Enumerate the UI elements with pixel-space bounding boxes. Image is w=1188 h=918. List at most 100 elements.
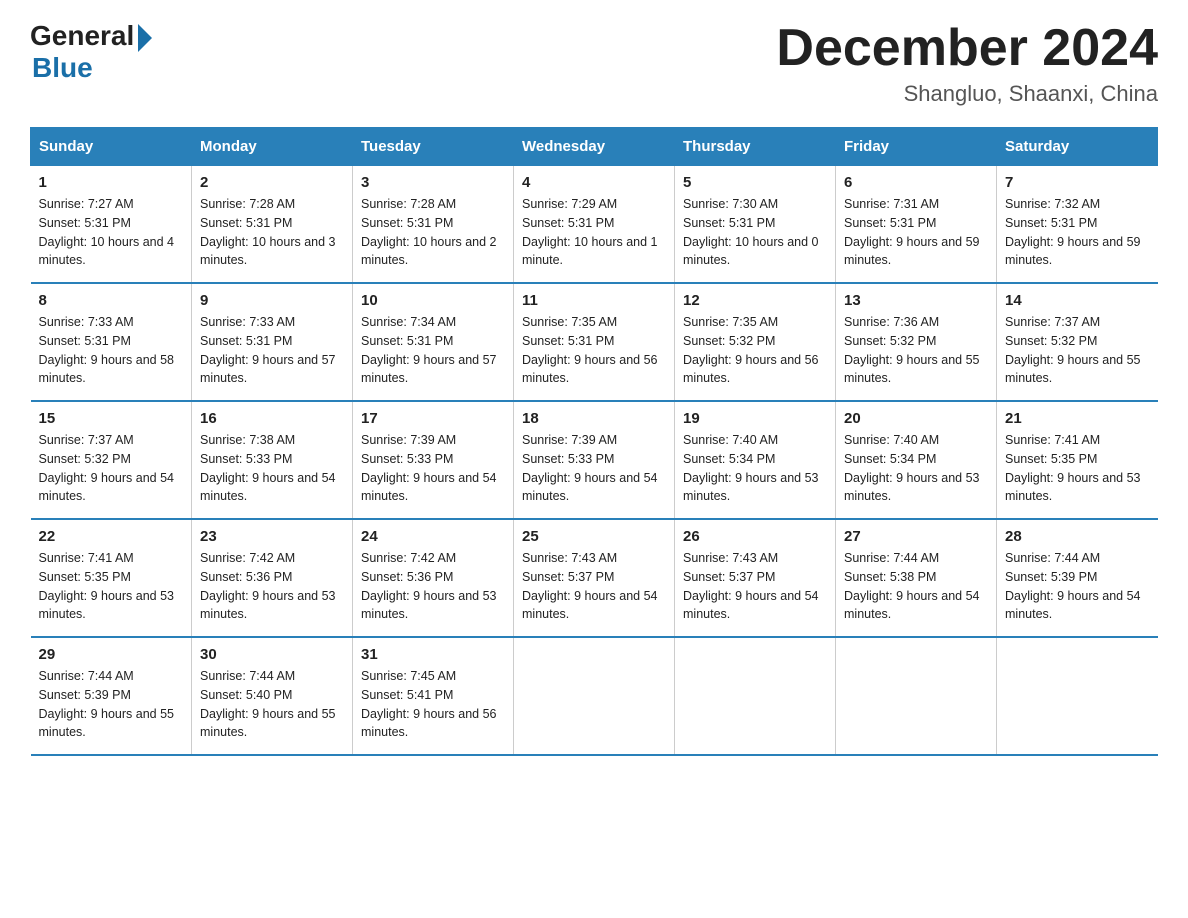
day-cell: 15 Sunrise: 7:37 AMSunset: 5:32 PMDaylig… [31, 401, 192, 519]
week-row-3: 15 Sunrise: 7:37 AMSunset: 5:32 PMDaylig… [31, 401, 1158, 519]
day-number: 19 [683, 410, 827, 427]
day-cell: 19 Sunrise: 7:40 AMSunset: 5:34 PMDaylig… [675, 401, 836, 519]
day-number: 21 [1005, 410, 1150, 427]
day-number: 26 [683, 528, 827, 545]
month-title: December 2024 [776, 20, 1158, 77]
day-cell [514, 637, 675, 755]
day-number: 5 [683, 174, 827, 191]
logo-blue-text: Blue [32, 52, 93, 84]
day-info: Sunrise: 7:35 AMSunset: 5:31 PMDaylight:… [522, 313, 666, 388]
day-number: 18 [522, 410, 666, 427]
day-number: 9 [200, 292, 344, 309]
header-wednesday: Wednesday [514, 128, 675, 166]
day-cell: 18 Sunrise: 7:39 AMSunset: 5:33 PMDaylig… [514, 401, 675, 519]
day-cell: 4 Sunrise: 7:29 AMSunset: 5:31 PMDayligh… [514, 166, 675, 284]
day-info: Sunrise: 7:41 AMSunset: 5:35 PMDaylight:… [1005, 431, 1150, 506]
day-info: Sunrise: 7:39 AMSunset: 5:33 PMDaylight:… [522, 431, 666, 506]
day-number: 15 [39, 410, 184, 427]
day-cell: 21 Sunrise: 7:41 AMSunset: 5:35 PMDaylig… [997, 401, 1158, 519]
day-number: 20 [844, 410, 988, 427]
title-block: December 2024 Shangluo, Shaanxi, China [776, 20, 1158, 107]
day-info: Sunrise: 7:43 AMSunset: 5:37 PMDaylight:… [522, 549, 666, 624]
day-cell: 30 Sunrise: 7:44 AMSunset: 5:40 PMDaylig… [192, 637, 353, 755]
day-cell: 29 Sunrise: 7:44 AMSunset: 5:39 PMDaylig… [31, 637, 192, 755]
day-cell: 12 Sunrise: 7:35 AMSunset: 5:32 PMDaylig… [675, 283, 836, 401]
day-info: Sunrise: 7:30 AMSunset: 5:31 PMDaylight:… [683, 195, 827, 270]
week-row-2: 8 Sunrise: 7:33 AMSunset: 5:31 PMDayligh… [31, 283, 1158, 401]
week-row-5: 29 Sunrise: 7:44 AMSunset: 5:39 PMDaylig… [31, 637, 1158, 755]
day-cell: 17 Sunrise: 7:39 AMSunset: 5:33 PMDaylig… [353, 401, 514, 519]
week-row-1: 1 Sunrise: 7:27 AMSunset: 5:31 PMDayligh… [31, 166, 1158, 284]
day-info: Sunrise: 7:38 AMSunset: 5:33 PMDaylight:… [200, 431, 344, 506]
day-number: 6 [844, 174, 988, 191]
day-number: 24 [361, 528, 505, 545]
logo-general-text: General [30, 20, 134, 52]
day-info: Sunrise: 7:44 AMSunset: 5:39 PMDaylight:… [39, 667, 184, 742]
day-cell: 5 Sunrise: 7:30 AMSunset: 5:31 PMDayligh… [675, 166, 836, 284]
calendar-header-row: SundayMondayTuesdayWednesdayThursdayFrid… [31, 128, 1158, 166]
logo-arrow-icon [138, 24, 152, 52]
header-friday: Friday [836, 128, 997, 166]
day-number: 17 [361, 410, 505, 427]
location-title: Shangluo, Shaanxi, China [776, 81, 1158, 107]
day-cell: 13 Sunrise: 7:36 AMSunset: 5:32 PMDaylig… [836, 283, 997, 401]
day-number: 22 [39, 528, 184, 545]
day-info: Sunrise: 7:33 AMSunset: 5:31 PMDaylight:… [200, 313, 344, 388]
day-cell: 31 Sunrise: 7:45 AMSunset: 5:41 PMDaylig… [353, 637, 514, 755]
day-info: Sunrise: 7:29 AMSunset: 5:31 PMDaylight:… [522, 195, 666, 270]
day-number: 28 [1005, 528, 1150, 545]
day-info: Sunrise: 7:40 AMSunset: 5:34 PMDaylight:… [683, 431, 827, 506]
day-cell: 10 Sunrise: 7:34 AMSunset: 5:31 PMDaylig… [353, 283, 514, 401]
day-cell [997, 637, 1158, 755]
day-number: 7 [1005, 174, 1150, 191]
day-info: Sunrise: 7:44 AMSunset: 5:40 PMDaylight:… [200, 667, 344, 742]
day-info: Sunrise: 7:45 AMSunset: 5:41 PMDaylight:… [361, 667, 505, 742]
day-number: 29 [39, 646, 184, 663]
day-info: Sunrise: 7:39 AMSunset: 5:33 PMDaylight:… [361, 431, 505, 506]
day-cell: 27 Sunrise: 7:44 AMSunset: 5:38 PMDaylig… [836, 519, 997, 637]
day-info: Sunrise: 7:36 AMSunset: 5:32 PMDaylight:… [844, 313, 988, 388]
day-number: 1 [39, 174, 184, 191]
day-number: 4 [522, 174, 666, 191]
day-info: Sunrise: 7:32 AMSunset: 5:31 PMDaylight:… [1005, 195, 1150, 270]
day-info: Sunrise: 7:33 AMSunset: 5:31 PMDaylight:… [39, 313, 184, 388]
day-info: Sunrise: 7:37 AMSunset: 5:32 PMDaylight:… [1005, 313, 1150, 388]
day-cell: 28 Sunrise: 7:44 AMSunset: 5:39 PMDaylig… [997, 519, 1158, 637]
day-number: 10 [361, 292, 505, 309]
header-sunday: Sunday [31, 128, 192, 166]
day-cell: 1 Sunrise: 7:27 AMSunset: 5:31 PMDayligh… [31, 166, 192, 284]
day-cell: 22 Sunrise: 7:41 AMSunset: 5:35 PMDaylig… [31, 519, 192, 637]
day-cell: 16 Sunrise: 7:38 AMSunset: 5:33 PMDaylig… [192, 401, 353, 519]
day-cell: 23 Sunrise: 7:42 AMSunset: 5:36 PMDaylig… [192, 519, 353, 637]
day-cell: 9 Sunrise: 7:33 AMSunset: 5:31 PMDayligh… [192, 283, 353, 401]
day-number: 27 [844, 528, 988, 545]
day-cell: 8 Sunrise: 7:33 AMSunset: 5:31 PMDayligh… [31, 283, 192, 401]
day-cell: 3 Sunrise: 7:28 AMSunset: 5:31 PMDayligh… [353, 166, 514, 284]
day-info: Sunrise: 7:35 AMSunset: 5:32 PMDaylight:… [683, 313, 827, 388]
logo: General Blue [30, 20, 152, 84]
day-number: 25 [522, 528, 666, 545]
day-cell: 20 Sunrise: 7:40 AMSunset: 5:34 PMDaylig… [836, 401, 997, 519]
day-number: 3 [361, 174, 505, 191]
day-number: 16 [200, 410, 344, 427]
day-info: Sunrise: 7:31 AMSunset: 5:31 PMDaylight:… [844, 195, 988, 270]
day-cell [675, 637, 836, 755]
day-cell: 25 Sunrise: 7:43 AMSunset: 5:37 PMDaylig… [514, 519, 675, 637]
header-tuesday: Tuesday [353, 128, 514, 166]
day-cell: 6 Sunrise: 7:31 AMSunset: 5:31 PMDayligh… [836, 166, 997, 284]
day-info: Sunrise: 7:42 AMSunset: 5:36 PMDaylight:… [361, 549, 505, 624]
header-saturday: Saturday [997, 128, 1158, 166]
day-number: 13 [844, 292, 988, 309]
header-thursday: Thursday [675, 128, 836, 166]
day-info: Sunrise: 7:41 AMSunset: 5:35 PMDaylight:… [39, 549, 184, 624]
day-info: Sunrise: 7:27 AMSunset: 5:31 PMDaylight:… [39, 195, 184, 270]
day-cell: 7 Sunrise: 7:32 AMSunset: 5:31 PMDayligh… [997, 166, 1158, 284]
day-info: Sunrise: 7:44 AMSunset: 5:39 PMDaylight:… [1005, 549, 1150, 624]
day-cell: 14 Sunrise: 7:37 AMSunset: 5:32 PMDaylig… [997, 283, 1158, 401]
day-number: 11 [522, 292, 666, 309]
day-info: Sunrise: 7:40 AMSunset: 5:34 PMDaylight:… [844, 431, 988, 506]
calendar-table: SundayMondayTuesdayWednesdayThursdayFrid… [30, 127, 1158, 756]
day-number: 14 [1005, 292, 1150, 309]
day-info: Sunrise: 7:42 AMSunset: 5:36 PMDaylight:… [200, 549, 344, 624]
day-cell: 2 Sunrise: 7:28 AMSunset: 5:31 PMDayligh… [192, 166, 353, 284]
